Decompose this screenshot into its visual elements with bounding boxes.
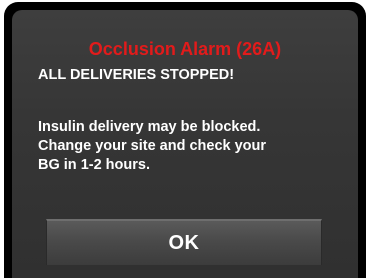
ok-button-label: OK — [168, 231, 200, 254]
ok-button[interactable]: OK — [46, 219, 322, 265]
pump-display: Occlusion Alarm (26A) ALL DELIVERIES STO… — [4, 2, 366, 278]
pump-screen-frame: Occlusion Alarm (26A) ALL DELIVERIES STO… — [0, 0, 373, 278]
alarm-dialog: Occlusion Alarm (26A) ALL DELIVERIES STO… — [12, 10, 358, 278]
alarm-title: Occlusion Alarm (26A) — [88, 39, 282, 59]
alarm-message-line: Change your site and check your — [38, 138, 267, 154]
alarm-message-line: BG in 1-2 hours. — [38, 157, 150, 173]
alarm-message: Insulin delivery may be blocked. Change … — [38, 118, 348, 175]
alarm-message-line: Insulin delivery may be blocked. — [38, 119, 261, 135]
alarm-subtitle: ALL DELIVERIES STOPPED! — [38, 67, 235, 83]
